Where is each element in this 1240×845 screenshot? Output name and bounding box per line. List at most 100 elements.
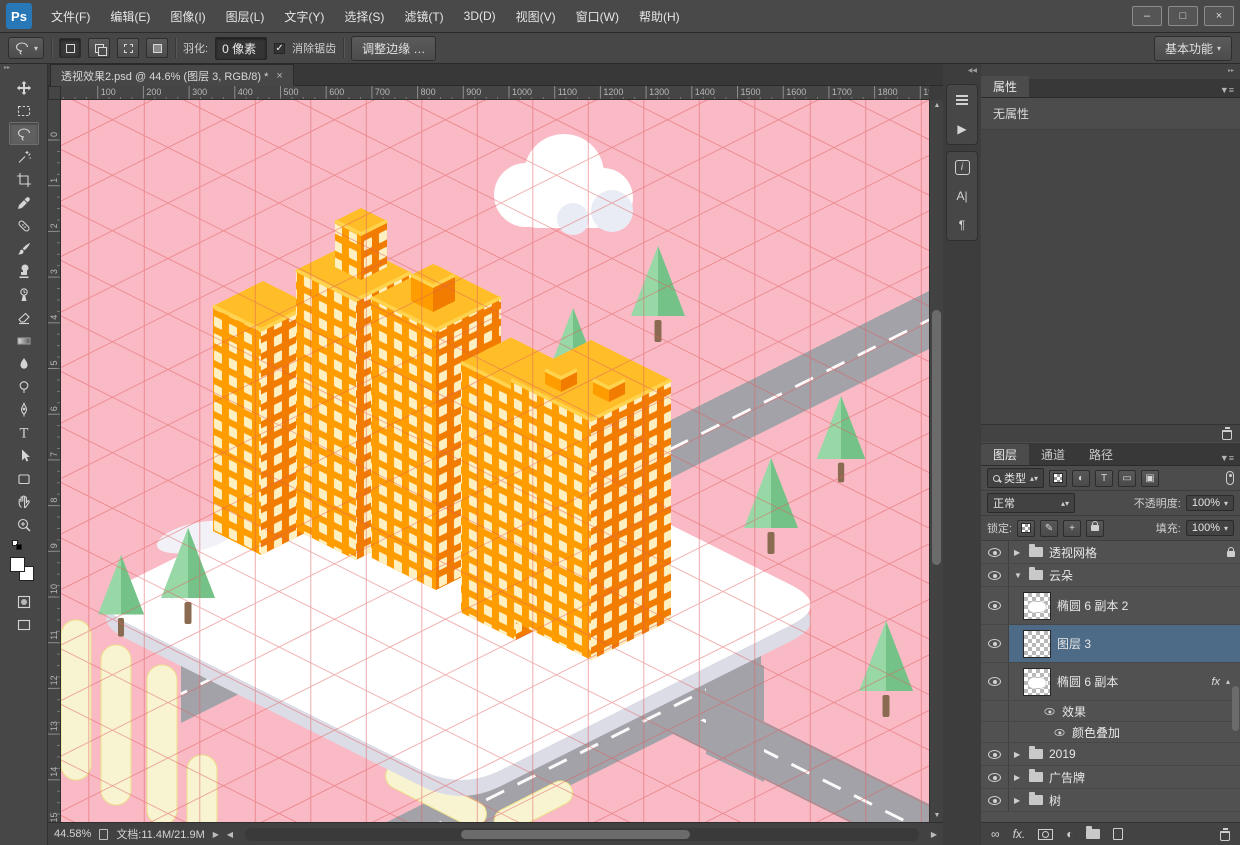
menu-image[interactable]: 图像(I) [161,4,214,29]
visibility-toggle[interactable] [981,743,1009,765]
filter-type-layers-icon[interactable]: T [1095,470,1113,487]
tool-preset-picker[interactable]: ▾ [8,37,44,59]
visibility-toggle[interactable] [981,587,1009,624]
effect-eye-icon[interactable] [1054,728,1064,735]
menu-edit[interactable]: 编辑(E) [101,4,159,29]
effects-header-row[interactable]: 效果 [981,701,1240,722]
history-brush-tool[interactable] [9,283,39,306]
default-colors-icon[interactable] [12,540,24,550]
menu-3d[interactable]: 3D(D) [455,5,505,27]
layer-row-cloud-group[interactable]: ▼ 云朵 [981,564,1240,587]
fx-badge[interactable]: fx [1211,676,1220,688]
layer-thumbnail[interactable] [1023,668,1051,696]
dodge-tool[interactable] [9,375,39,398]
filter-toggle-icon[interactable] [1226,471,1234,485]
layer-row-ellipse-copy-2[interactable]: 椭圆 6 副本 2 [981,587,1240,625]
eraser-tool[interactable] [9,306,39,329]
refine-edge-button[interactable]: 调整边缘 … [351,36,436,61]
foreground-color-swatch[interactable] [10,557,25,572]
scroll-up-icon[interactable]: ▲ [930,100,944,112]
actions-icon[interactable]: ▶ [949,117,975,141]
expander-icon[interactable]: ▶ [1014,548,1023,557]
rectangular-marquee-tool[interactable] [9,99,39,122]
blend-mode-select[interactable]: 正常 ▴▾ [987,493,1075,513]
horizontal-scroll-thumb[interactable] [461,830,690,839]
visibility-toggle[interactable] [981,625,1009,662]
info-icon[interactable]: i [949,155,975,179]
subtract-selection-mode-button[interactable] [117,38,139,58]
gradient-tool[interactable] [9,329,39,352]
add-selection-mode-button[interactable] [88,38,110,58]
feather-input[interactable]: 0 像素 [215,37,267,60]
lasso-tool[interactable] [9,122,39,145]
status-popup-icon[interactable]: ▶ [213,830,219,839]
layers-scroll-thumb[interactable] [1232,686,1239,731]
zoom-tool[interactable] [9,513,39,536]
layer-row-ellipse-copy[interactable]: 椭圆 6 副本 fx ▴ [981,663,1240,701]
tab-close-icon[interactable]: × [276,70,282,82]
antialias-checkbox[interactable]: ✓ [274,43,285,54]
delete-layer-icon[interactable] [1220,831,1230,841]
layer-mask-icon[interactable] [1038,829,1053,840]
move-tool[interactable] [9,76,39,99]
scroll-right-icon[interactable]: ▶ [931,830,937,839]
brush-tool[interactable] [9,237,39,260]
layer-thumbnail[interactable] [1023,592,1051,620]
paragraph-panel-icon[interactable]: ¶ [949,213,975,237]
crop-tool[interactable] [9,168,39,191]
workspace-switcher[interactable]: 基本功能 ▾ [1154,36,1232,61]
vertical-scroll-thumb[interactable] [932,310,941,565]
effects-eye-icon[interactable] [1044,707,1054,714]
minimize-button[interactable]: – [1132,6,1162,26]
quick-mask-button[interactable] [9,590,39,613]
menu-help[interactable]: 帮助(H) [630,4,689,29]
quick-selection-tool[interactable] [9,145,39,168]
expander-icon[interactable]: ▶ [1014,796,1023,805]
scroll-down-icon[interactable]: ▼ [930,810,944,822]
lock-pixels-icon[interactable]: ✎ [1040,520,1058,537]
fx-collapse-icon[interactable]: ▴ [1226,677,1235,686]
lock-all-icon[interactable] [1086,520,1104,537]
lock-position-icon[interactable]: + [1063,520,1081,537]
clone-stamp-tool[interactable] [9,260,39,283]
filter-shape-layers-icon[interactable]: ▭ [1118,470,1136,487]
menu-filter[interactable]: 滤镜(T) [395,4,452,29]
tab-channels[interactable]: 通道 [1029,444,1077,465]
new-selection-mode-button[interactable] [59,38,81,58]
path-selection-tool[interactable] [9,444,39,467]
menu-view[interactable]: 视图(V) [507,4,565,29]
menu-file[interactable]: 文件(F) [42,4,99,29]
toolbox-collapse-grip[interactable]: ▸▸ [0,64,47,76]
visibility-toggle[interactable] [981,766,1009,788]
filter-smart-objects-icon[interactable]: ▣ [1141,470,1159,487]
expander-icon[interactable]: ▶ [1014,773,1023,782]
tab-paths[interactable]: 路径 [1077,444,1125,465]
new-layer-icon[interactable] [1113,828,1123,840]
blur-tool[interactable] [9,352,39,375]
maximize-button[interactable]: □ [1168,6,1198,26]
menu-type[interactable]: 文字(Y) [275,4,333,29]
vertical-scrollbar[interactable]: ▲ ▼ [929,100,943,822]
visibility-toggle[interactable] [981,541,1009,563]
tab-layers[interactable]: 图层 [981,444,1029,465]
canvas[interactable] [61,100,929,822]
menu-select[interactable]: 选择(S) [335,4,393,29]
close-button[interactable]: × [1204,6,1234,26]
character-panel-icon[interactable]: A| [949,184,975,208]
layer-row-2019-group[interactable]: ▶ 2019 [981,743,1240,766]
layer-thumbnail[interactable] [1023,630,1051,658]
fill-select[interactable]: 100% ▾ [1186,520,1234,536]
expander-icon[interactable]: ▶ [1014,750,1023,759]
effect-row-color-overlay[interactable]: 颜色叠加 [981,722,1240,743]
filter-type-dropdown[interactable]: 类型 ▴▾ [987,468,1044,488]
layer-row-layer-3[interactable]: 图层 3 [981,625,1240,663]
menu-layer[interactable]: 图层(L) [217,4,274,29]
adjustment-layer-icon[interactable]: ◐ [1066,827,1073,841]
pen-tool[interactable] [9,398,39,421]
visibility-toggle[interactable] [981,789,1009,811]
link-layers-icon[interactable]: ∞ [991,827,1000,841]
opacity-select[interactable]: 100% ▾ [1186,495,1234,511]
tab-properties[interactable]: 属性 [981,76,1029,97]
new-group-icon[interactable] [1086,829,1100,839]
screen-mode-button[interactable] [9,613,39,636]
